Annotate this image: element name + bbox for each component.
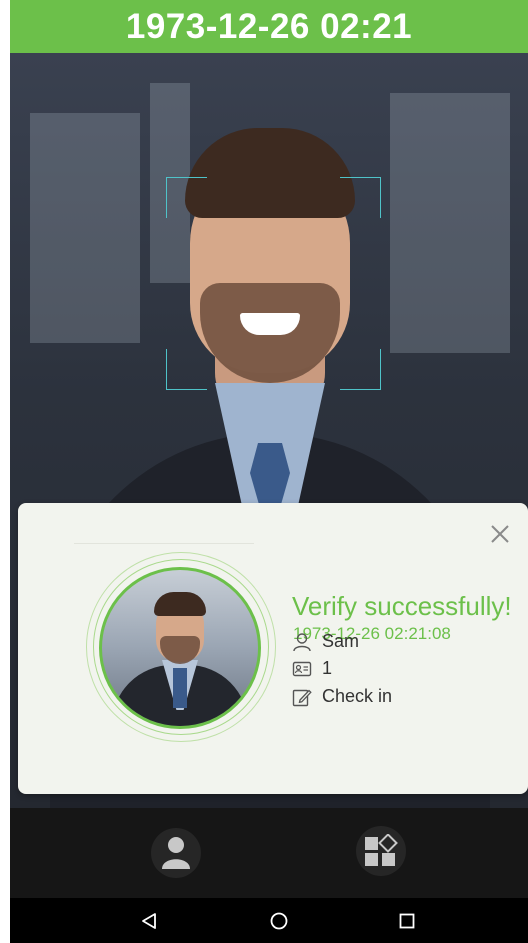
apps-icon [365, 834, 398, 866]
face-detection-frame [166, 177, 381, 390]
user-id-row: 1 [292, 658, 332, 679]
user-icon [162, 837, 190, 869]
user-id: 1 [322, 658, 333, 678]
datetime-header: 1973-12-26 02:21 [10, 0, 528, 53]
frame-corner [166, 177, 207, 218]
avatar-hair [154, 592, 206, 616]
close-icon[interactable] [486, 521, 514, 549]
user-name: Sam [322, 631, 360, 651]
bottom-toolbar [10, 808, 528, 898]
background-window [390, 93, 510, 353]
home-circle-icon [270, 912, 288, 930]
system-navigation-bar [10, 898, 528, 943]
recent-apps-button[interactable] [392, 906, 422, 936]
left-edge [0, 0, 10, 943]
background-window [30, 113, 140, 343]
recent-square-icon [399, 913, 415, 929]
home-button[interactable] [264, 906, 294, 936]
user-name-row: Sam [292, 631, 359, 652]
id-card-icon [292, 661, 312, 676]
back-triangle-icon [142, 913, 156, 929]
apps-menu-button[interactable] [356, 826, 406, 876]
card-divider [74, 543, 254, 544]
attendance-state: Check in [322, 686, 393, 706]
avatar-tie [173, 668, 187, 708]
frame-corner [340, 177, 381, 218]
edit-icon [292, 689, 312, 706]
verify-status-title: Verify successfully! [292, 591, 512, 621]
back-button[interactable] [134, 906, 164, 936]
close-icon-glyph [491, 525, 509, 543]
person-icon [293, 632, 311, 651]
attendance-state-row: Check in [292, 686, 392, 707]
verification-result-card: Verify successfully! 1973-12-26 02:21:08… [18, 503, 528, 794]
avatar-beard [160, 636, 200, 664]
header-datetime: 1973-12-26 02:21 [125, 6, 413, 46]
user-button[interactable] [151, 828, 201, 878]
frame-corner [340, 349, 381, 390]
user-avatar-photo [99, 567, 261, 729]
frame-corner [166, 349, 207, 390]
